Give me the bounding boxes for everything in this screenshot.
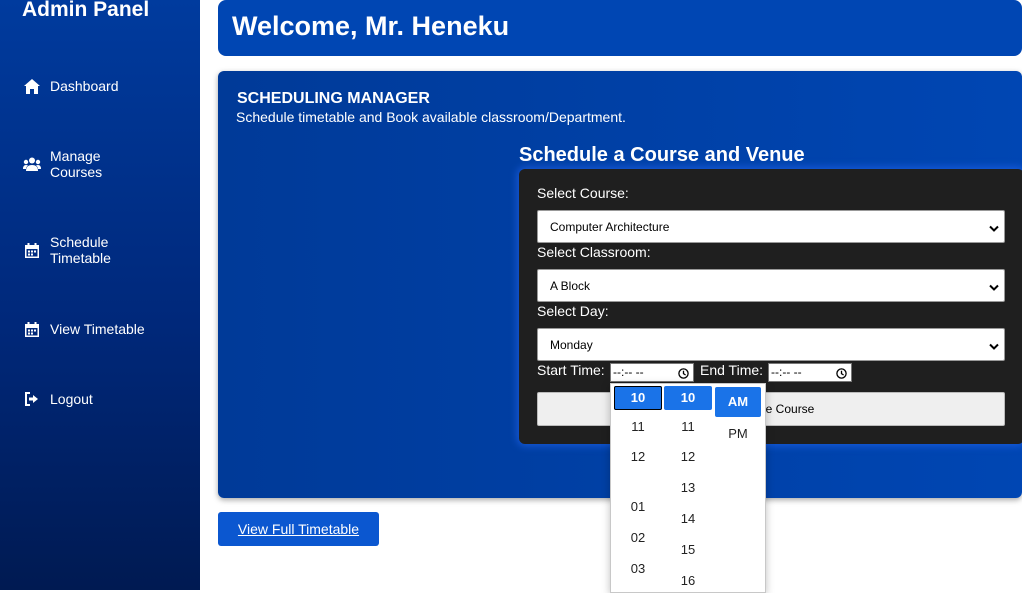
hour-option[interactable]: 03 (614, 557, 662, 581)
page-title: Welcome, Mr. Heneku (232, 11, 510, 41)
sidebar: Admin Panel Dashboard Manage Courses Sch… (0, 0, 200, 590)
sidebar-item-view-timetable[interactable]: View Timetable (23, 320, 145, 338)
sidebar-item-label: Dashboard (50, 78, 119, 94)
minute-option[interactable]: 15 (664, 538, 712, 562)
sidebar-item-label: Schedule Timetable (50, 234, 111, 266)
course-select-value: Computer Architecture (550, 219, 670, 234)
clock-icon[interactable] (836, 367, 847, 384)
schedule-course-button-label: le Course (763, 402, 815, 416)
course-select[interactable]: Computer Architecture (537, 210, 1005, 243)
calendar-icon (23, 320, 41, 338)
calendar-icon (23, 241, 41, 259)
users-icon (23, 155, 41, 173)
hour-option[interactable]: 02 (614, 526, 662, 550)
classroom-label: Select Classroom: (537, 244, 651, 260)
minute-option[interactable]: 11 (664, 415, 712, 439)
chevron-down-icon (989, 281, 999, 295)
start-time-value: --:-- -- (613, 365, 644, 379)
clock-icon[interactable] (678, 367, 689, 384)
form-title: Schedule a Course and Venue (519, 144, 805, 166)
end-time-label: End Time: (700, 362, 764, 378)
panel-subtitle: Schedule timetable and Book available cl… (236, 109, 626, 125)
day-select[interactable]: Monday (537, 328, 1005, 361)
schedule-course-button[interactable]: le Course (537, 392, 1005, 426)
logout-icon (23, 390, 41, 408)
start-time-input[interactable]: --:-- -- (610, 363, 694, 382)
minute-option[interactable]: 12 (664, 445, 712, 469)
course-label: Select Course: (537, 185, 629, 201)
minute-option[interactable]: 14 (664, 507, 712, 531)
start-time-label: Start Time: (537, 362, 605, 378)
hour-option[interactable]: 12 (614, 445, 662, 469)
chevron-down-icon (989, 340, 999, 354)
hour-option[interactable]: 11 (614, 415, 662, 439)
sidebar-item-label: View Timetable (50, 321, 145, 337)
day-label: Select Day: (537, 303, 609, 319)
end-time-input[interactable]: --:-- -- (768, 363, 852, 382)
sidebar-item-schedule-timetable[interactable]: Schedule Timetable (23, 234, 111, 266)
minute-option[interactable]: 10 (664, 386, 712, 410)
classroom-select-value: A Block (550, 278, 591, 293)
minute-option[interactable]: 13 (664, 476, 712, 500)
sidebar-item-manage-courses[interactable]: Manage Courses (23, 148, 102, 180)
panel-title: SCHEDULING MANAGER (237, 90, 430, 107)
welcome-header: Welcome, Mr. Heneku (218, 0, 1022, 56)
end-time-value: --:-- -- (771, 365, 802, 379)
hour-option[interactable]: 01 (614, 495, 662, 519)
time-picker-dropdown: 10 11 12 01 02 03 10 11 12 13 14 15 16 A… (610, 383, 766, 593)
period-option-am[interactable]: AM (715, 387, 761, 417)
sidebar-item-logout[interactable]: Logout (23, 390, 93, 408)
classroom-select[interactable]: A Block (537, 269, 1005, 302)
sidebar-item-dashboard[interactable]: Dashboard (23, 77, 119, 95)
period-option-pm[interactable]: PM (715, 419, 761, 449)
home-icon (23, 77, 41, 95)
sidebar-item-label: Manage Courses (50, 148, 103, 180)
day-select-value: Monday (550, 337, 593, 352)
hour-option[interactable]: 10 (614, 386, 662, 410)
minute-option[interactable]: 16 (664, 569, 712, 592)
schedule-form: Select Course: Computer Architecture Sel… (519, 169, 1022, 444)
chevron-down-icon (989, 222, 999, 236)
brand-title: Admin Panel (22, 0, 150, 21)
sidebar-item-label: Logout (50, 391, 93, 407)
view-full-timetable-button[interactable]: View Full Timetable (218, 512, 379, 546)
